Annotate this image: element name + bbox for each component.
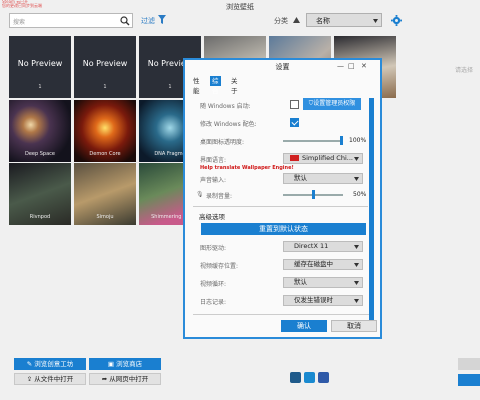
language-select[interactable]: Simplified Chi... [283, 153, 363, 164]
set-admin-button[interactable]: ⛉设置管理员权限 [303, 98, 361, 110]
minimize-icon[interactable]: — [337, 62, 344, 70]
filter-link[interactable]: 过滤 [141, 16, 155, 26]
chevron-down-icon [354, 263, 359, 267]
icon-opacity-value: 100% [349, 137, 367, 144]
divider [193, 314, 369, 315]
tab-about[interactable]: 关于 [229, 76, 240, 95]
log-select-value: 仅发生错误时 [294, 296, 333, 304]
search-icon[interactable] [120, 16, 130, 26]
maximize-icon[interactable]: □ [348, 62, 355, 70]
tile-title: Deep Space [24, 151, 55, 157]
chevron-down-icon [354, 299, 359, 303]
open-from-file-button[interactable]: ⇪ 从文件中打开 [14, 373, 86, 385]
tab-performance[interactable]: 性能 [191, 76, 202, 95]
settings-content: 随 Windows 启动: ⛉设置管理员权限 修改 Windows 配色: 桌面… [193, 88, 376, 336]
video-loop-select-value: 默认 [294, 278, 307, 286]
icon-opacity-slider[interactable] [283, 140, 343, 142]
chevron-down-icon [354, 157, 359, 161]
divider [193, 206, 368, 207]
steam-icon[interactable] [290, 372, 301, 383]
tile-title: Simoju [96, 214, 114, 220]
language-select-value: Simplified Chi... [302, 154, 353, 162]
video-loop-label: 视频循环: [200, 281, 227, 288]
restore-defaults-button[interactable]: 重置到默认状态 [201, 223, 366, 235]
cancel-button[interactable]: 取消 [331, 320, 377, 332]
help-translate-link[interactable]: Help translate Wallpaper Engine! [200, 165, 294, 171]
wallpaper-tile[interactable]: Simoju [74, 163, 136, 225]
open-from-file-label: 从文件中打开 [34, 375, 74, 383]
autostart-label: 随 Windows 启动: [200, 103, 251, 110]
microphone-icon: 🎙 [196, 191, 204, 198]
search-placeholder: 搜索 [13, 19, 26, 26]
log-select[interactable]: 仅发生错误时 [283, 295, 363, 306]
wallpaper-tile[interactable]: Deep Space [9, 100, 71, 162]
wallpaper-tile[interactable]: No Preview 1 [74, 36, 136, 98]
cart-icon: ▣ [107, 360, 117, 368]
audio-input-select-value: 默认 [294, 174, 307, 182]
renderer-select-value: DirectX 11 [294, 242, 329, 250]
language-label: 界面语言: [200, 157, 227, 164]
volume-slider-thumb[interactable] [312, 190, 315, 199]
open-from-web-button[interactable]: ➦ 从网页中打开 [89, 373, 161, 385]
browse-store-button[interactable]: ▣ 浏览商店 [89, 358, 161, 370]
tile-title: Demon Core [89, 151, 121, 157]
title-bar: Steam 云已开 您的更改已同步到云端 浏览壁纸 [0, 0, 480, 12]
icon-opacity-label: 桌面图标透明度: [200, 139, 245, 146]
filter-icon[interactable] [158, 15, 166, 24]
sort-select-value: 名称 [316, 17, 330, 25]
wallpaper-tile[interactable]: Demon Core [74, 100, 136, 162]
audio-input-label: 声音输入: [200, 177, 227, 184]
wallpaper-tile[interactable]: Rivnpod [9, 163, 71, 225]
tab-general[interactable]: 综合 [210, 76, 221, 95]
chevron-down-icon [354, 177, 359, 181]
video-storage-select-value: 缓存在磁盘中 [294, 260, 333, 268]
sort-ascending-icon[interactable] [293, 17, 300, 23]
chevron-down-icon [354, 281, 359, 285]
chevron-down-icon [373, 19, 378, 23]
browse-workshop-label: 浏览创意工坊 [34, 360, 74, 368]
tile-title: No Preview [17, 59, 63, 68]
windows-color-checkbox[interactable] [290, 118, 299, 127]
advanced-title: 高级选项 [199, 213, 225, 221]
tile-count: 1 [103, 84, 107, 90]
tile-title: Rivnpod [29, 214, 51, 220]
chevron-down-icon [354, 245, 359, 249]
renderer-label: 图形驱动: [200, 245, 227, 252]
windows-color-label: 修改 Windows 配色: [200, 121, 257, 128]
video-storage-label: 视频缓存位置: [200, 263, 239, 270]
edge-gray-button[interactable] [458, 358, 480, 370]
audio-input-select[interactable]: 默认 [283, 173, 363, 184]
select-hint: 请选择 [455, 67, 474, 74]
window-title: 浏览壁纸 [226, 3, 254, 11]
browse-store-label: 浏览商店 [116, 360, 143, 368]
video-loop-select[interactable]: 默认 [283, 277, 363, 288]
settings-scrollbar[interactable] [369, 98, 374, 332]
edge-blue-button[interactable] [458, 374, 480, 386]
tile-title: No Preview [82, 59, 128, 68]
browse-workshop-button[interactable]: ✎ 浏览创意工坊 [14, 358, 86, 370]
open-from-web-label: 从网页中打开 [109, 375, 149, 383]
tile-count: 1 [38, 84, 42, 90]
sort-label: 分类 [274, 17, 288, 25]
ok-button[interactable]: 确认 [281, 320, 327, 332]
flag-icon [290, 155, 299, 161]
video-storage-select[interactable]: 缓存在磁盘中 [283, 259, 363, 270]
autostart-checkbox[interactable] [290, 100, 299, 109]
wallpaper-tile[interactable]: No Preview 1 [9, 36, 71, 98]
icon-opacity-slider-thumb[interactable] [340, 136, 343, 145]
gear-icon[interactable] [391, 15, 402, 26]
search-input[interactable]: 搜索 [9, 13, 133, 28]
close-icon[interactable]: ✕ [361, 62, 367, 70]
twitter-icon[interactable] [304, 372, 315, 383]
facebook-icon[interactable] [318, 372, 329, 383]
log-label: 日志记录: [200, 299, 227, 306]
volume-label: 录制音量: [206, 193, 233, 200]
volume-value: 50% [353, 191, 367, 198]
set-admin-label: 设置管理员权限 [313, 100, 356, 107]
renderer-select[interactable]: DirectX 11 [283, 241, 363, 252]
sort-select[interactable]: 名称 [306, 13, 382, 27]
settings-dialog: 设置 — □ ✕ 性能 综合 关于 随 Windows 启动: ⛉设置管理员权限… [183, 58, 382, 339]
